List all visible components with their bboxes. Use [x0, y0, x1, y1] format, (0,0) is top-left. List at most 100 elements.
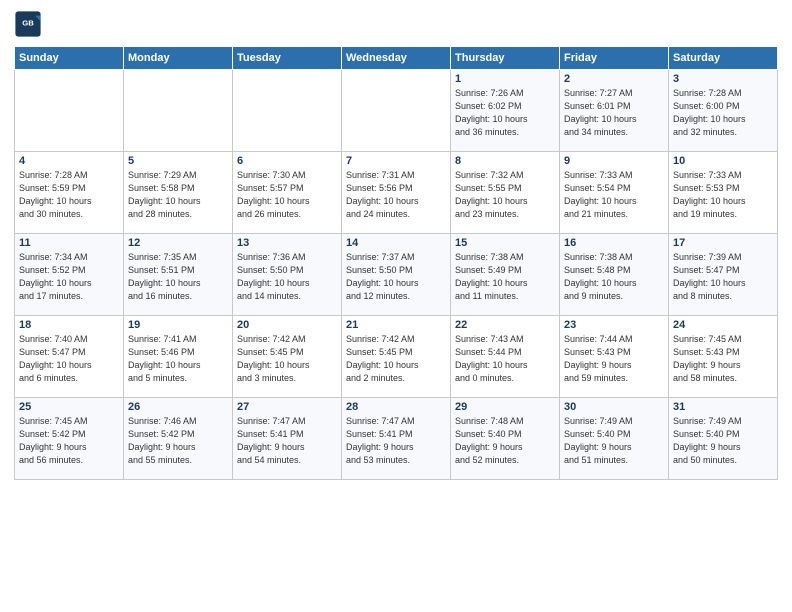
day-info: Sunrise: 7:34 AMSunset: 5:52 PMDaylight:…: [19, 251, 119, 303]
day-cell: 17 Sunrise: 7:39 AMSunset: 5:47 PMDayligh…: [669, 234, 778, 316]
day-info: Sunrise: 7:43 AMSunset: 5:44 PMDaylight:…: [455, 333, 555, 385]
day-info: Sunrise: 7:33 AMSunset: 5:54 PMDaylight:…: [564, 169, 664, 221]
weekday-header-saturday: Saturday: [669, 47, 778, 70]
day-info: Sunrise: 7:33 AMSunset: 5:53 PMDaylight:…: [673, 169, 773, 221]
day-info: Sunrise: 7:41 AMSunset: 5:46 PMDaylight:…: [128, 333, 228, 385]
week-row-5: 25 Sunrise: 7:45 AMSunset: 5:42 PMDayligh…: [15, 398, 778, 480]
day-number: 13: [237, 237, 337, 249]
day-cell: 18 Sunrise: 7:40 AMSunset: 5:47 PMDayligh…: [15, 316, 124, 398]
day-info: Sunrise: 7:28 AMSunset: 5:59 PMDaylight:…: [19, 169, 119, 221]
day-info: Sunrise: 7:35 AMSunset: 5:51 PMDaylight:…: [128, 251, 228, 303]
day-cell: 15 Sunrise: 7:38 AMSunset: 5:49 PMDayligh…: [451, 234, 560, 316]
day-cell: 13 Sunrise: 7:36 AMSunset: 5:50 PMDayligh…: [233, 234, 342, 316]
day-number: 23: [564, 319, 664, 331]
day-cell: 3 Sunrise: 7:28 AMSunset: 6:00 PMDaylight…: [669, 70, 778, 152]
day-cell: 29 Sunrise: 7:48 AMSunset: 5:40 PMDayligh…: [451, 398, 560, 480]
day-cell: 22 Sunrise: 7:43 AMSunset: 5:44 PMDayligh…: [451, 316, 560, 398]
day-info: Sunrise: 7:47 AMSunset: 5:41 PMDaylight:…: [237, 415, 337, 467]
day-cell: 28 Sunrise: 7:47 AMSunset: 5:41 PMDayligh…: [342, 398, 451, 480]
day-info: Sunrise: 7:48 AMSunset: 5:40 PMDaylight:…: [455, 415, 555, 467]
day-cell: 31 Sunrise: 7:49 AMSunset: 5:40 PMDayligh…: [669, 398, 778, 480]
week-row-2: 4Sunrise: 7:28 AMSunset: 5:59 PMDaylight…: [15, 152, 778, 234]
day-info: Sunrise: 7:28 AMSunset: 6:00 PMDaylight:…: [673, 87, 773, 139]
weekday-header-thursday: Thursday: [451, 47, 560, 70]
day-cell: 4Sunrise: 7:28 AMSunset: 5:59 PMDaylight…: [15, 152, 124, 234]
week-row-4: 18 Sunrise: 7:40 AMSunset: 5:47 PMDayligh…: [15, 316, 778, 398]
day-number: 27: [237, 401, 337, 413]
day-number: 24: [673, 319, 773, 331]
day-info: Sunrise: 7:42 AMSunset: 5:45 PMDaylight:…: [346, 333, 446, 385]
weekday-header-monday: Monday: [124, 47, 233, 70]
day-info: Sunrise: 7:36 AMSunset: 5:50 PMDaylight:…: [237, 251, 337, 303]
day-cell: 24 Sunrise: 7:45 AMSunset: 5:43 PMDayligh…: [669, 316, 778, 398]
week-row-1: 1 Sunrise: 7:26 AMSunset: 6:02 PMDaylight…: [15, 70, 778, 152]
day-info: Sunrise: 7:40 AMSunset: 5:47 PMDaylight:…: [19, 333, 119, 385]
day-number: 31: [673, 401, 773, 413]
day-number: 8: [455, 155, 555, 167]
day-number: 25: [19, 401, 119, 413]
day-info: Sunrise: 7:30 AMSunset: 5:57 PMDaylight:…: [237, 169, 337, 221]
day-number: 1: [455, 73, 555, 85]
calendar-page: GB SundayMondayTuesdayWednesdayThursdayF…: [0, 0, 792, 612]
day-cell: 12 Sunrise: 7:35 AMSunset: 5:51 PMDayligh…: [124, 234, 233, 316]
day-cell: 19Sunrise: 7:41 AMSunset: 5:46 PMDayligh…: [124, 316, 233, 398]
day-number: 12: [128, 237, 228, 249]
day-number: 9: [564, 155, 664, 167]
day-number: 28: [346, 401, 446, 413]
day-number: 3: [673, 73, 773, 85]
header: GB: [14, 10, 778, 38]
day-info: Sunrise: 7:27 AMSunset: 6:01 PMDaylight:…: [564, 87, 664, 139]
day-info: Sunrise: 7:38 AMSunset: 5:49 PMDaylight:…: [455, 251, 555, 303]
day-cell: 9 Sunrise: 7:33 AMSunset: 5:54 PMDaylight…: [560, 152, 669, 234]
logo-icon: GB: [14, 10, 42, 38]
day-cell: 14Sunrise: 7:37 AMSunset: 5:50 PMDayligh…: [342, 234, 451, 316]
day-number: 16: [564, 237, 664, 249]
day-info: Sunrise: 7:39 AMSunset: 5:47 PMDaylight:…: [673, 251, 773, 303]
day-cell: 21Sunrise: 7:42 AMSunset: 5:45 PMDayligh…: [342, 316, 451, 398]
day-number: 7: [346, 155, 446, 167]
day-cell: [124, 70, 233, 152]
day-cell: 27 Sunrise: 7:47 AMSunset: 5:41 PMDayligh…: [233, 398, 342, 480]
day-cell: 20 Sunrise: 7:42 AMSunset: 5:45 PMDayligh…: [233, 316, 342, 398]
day-number: 22: [455, 319, 555, 331]
day-cell: 2 Sunrise: 7:27 AMSunset: 6:01 PMDaylight…: [560, 70, 669, 152]
day-number: 15: [455, 237, 555, 249]
day-number: 17: [673, 237, 773, 249]
day-cell: [342, 70, 451, 152]
day-info: Sunrise: 7:29 AMSunset: 5:58 PMDaylight:…: [128, 169, 228, 221]
day-cell: 5 Sunrise: 7:29 AMSunset: 5:58 PMDaylight…: [124, 152, 233, 234]
day-number: 10: [673, 155, 773, 167]
day-info: Sunrise: 7:46 AMSunset: 5:42 PMDaylight:…: [128, 415, 228, 467]
day-number: 18: [19, 319, 119, 331]
day-cell: 25 Sunrise: 7:45 AMSunset: 5:42 PMDayligh…: [15, 398, 124, 480]
day-cell: [233, 70, 342, 152]
day-info: Sunrise: 7:45 AMSunset: 5:43 PMDaylight:…: [673, 333, 773, 385]
day-info: Sunrise: 7:37 AMSunset: 5:50 PMDaylight:…: [346, 251, 446, 303]
weekday-header-friday: Friday: [560, 47, 669, 70]
day-number: 2: [564, 73, 664, 85]
day-info: Sunrise: 7:49 AMSunset: 5:40 PMDaylight:…: [673, 415, 773, 467]
day-cell: 30Sunrise: 7:49 AMSunset: 5:40 PMDayligh…: [560, 398, 669, 480]
day-info: Sunrise: 7:45 AMSunset: 5:42 PMDaylight:…: [19, 415, 119, 467]
day-cell: 1 Sunrise: 7:26 AMSunset: 6:02 PMDaylight…: [451, 70, 560, 152]
day-info: Sunrise: 7:38 AMSunset: 5:48 PMDaylight:…: [564, 251, 664, 303]
day-number: 29: [455, 401, 555, 413]
day-cell: 10 Sunrise: 7:33 AMSunset: 5:53 PMDayligh…: [669, 152, 778, 234]
day-cell: 7 Sunrise: 7:31 AMSunset: 5:56 PMDaylight…: [342, 152, 451, 234]
weekday-header-sunday: Sunday: [15, 47, 124, 70]
day-info: Sunrise: 7:42 AMSunset: 5:45 PMDaylight:…: [237, 333, 337, 385]
day-info: Sunrise: 7:44 AMSunset: 5:43 PMDaylight:…: [564, 333, 664, 385]
day-info: Sunrise: 7:32 AMSunset: 5:55 PMDaylight:…: [455, 169, 555, 221]
weekday-header-wednesday: Wednesday: [342, 47, 451, 70]
day-number: 11: [19, 237, 119, 249]
day-info: Sunrise: 7:31 AMSunset: 5:56 PMDaylight:…: [346, 169, 446, 221]
day-number: 5: [128, 155, 228, 167]
day-number: 26: [128, 401, 228, 413]
day-number: 20: [237, 319, 337, 331]
weekday-header-row: SundayMondayTuesdayWednesdayThursdayFrid…: [15, 47, 778, 70]
weekday-header-tuesday: Tuesday: [233, 47, 342, 70]
day-info: Sunrise: 7:26 AMSunset: 6:02 PMDaylight:…: [455, 87, 555, 139]
calendar-table: SundayMondayTuesdayWednesdayThursdayFrid…: [14, 46, 778, 480]
day-cell: 6Sunrise: 7:30 AMSunset: 5:57 PMDaylight…: [233, 152, 342, 234]
day-info: Sunrise: 7:47 AMSunset: 5:41 PMDaylight:…: [346, 415, 446, 467]
